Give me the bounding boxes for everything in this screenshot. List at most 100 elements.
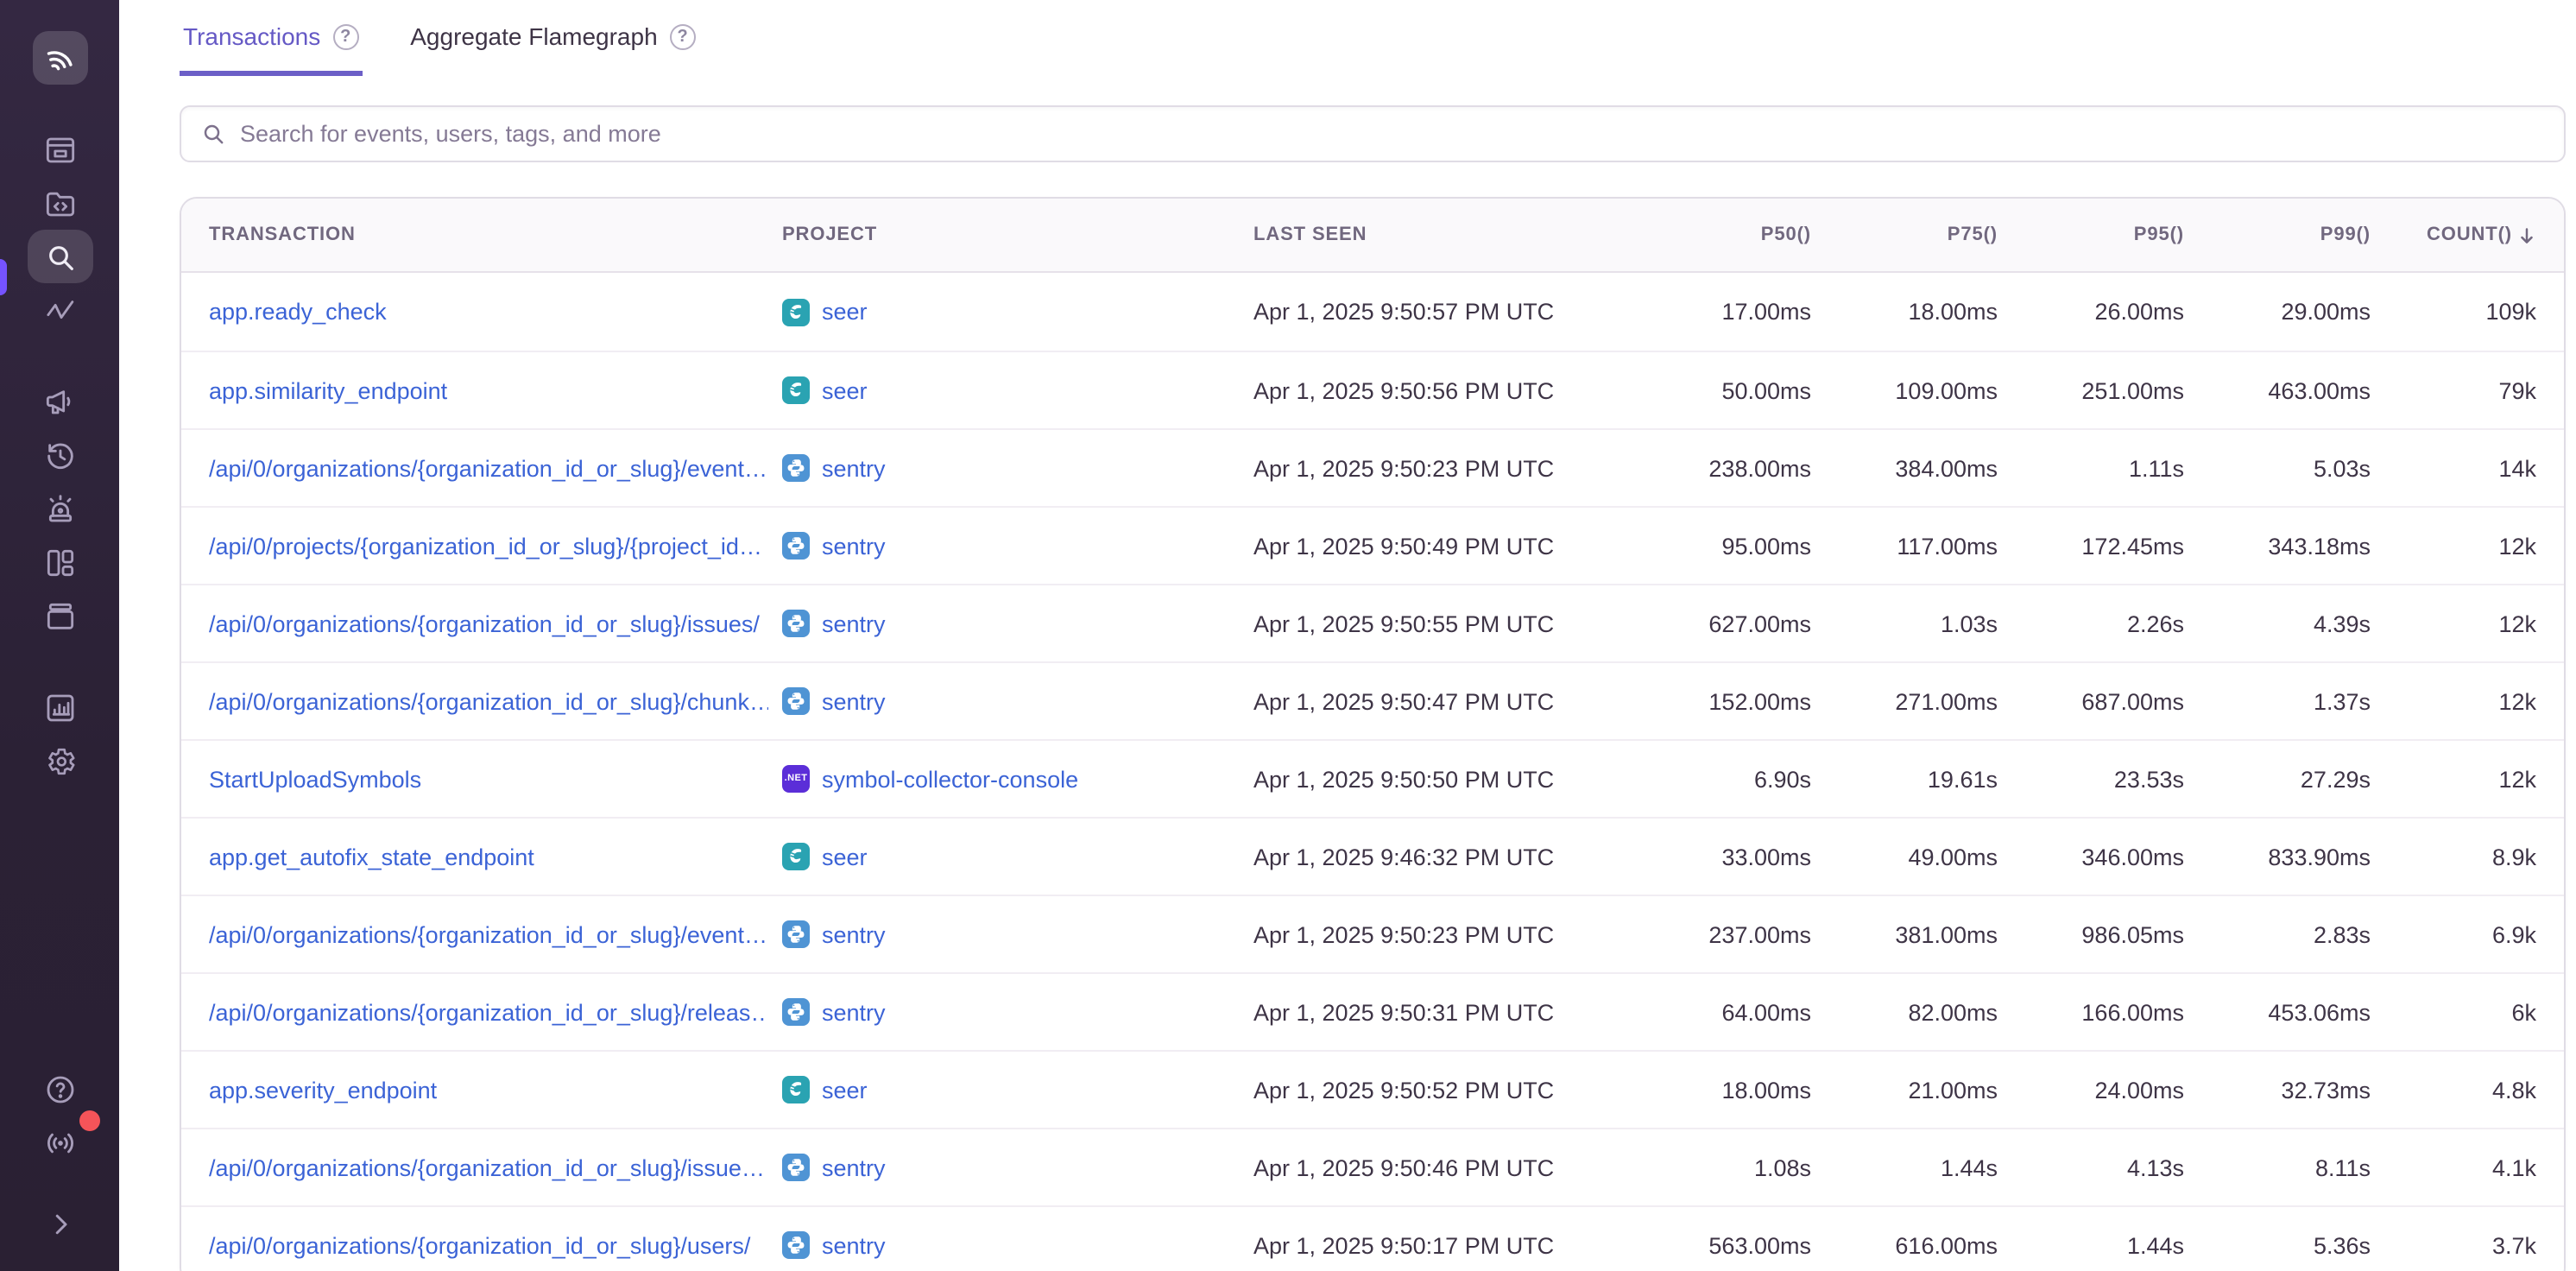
- p75-value: 616.00ms: [1825, 1232, 1998, 1258]
- sidebar-item-explore[interactable]: [27, 230, 92, 283]
- sidebar-item-replays[interactable]: [27, 428, 92, 482]
- sentry-logo-icon: [41, 39, 79, 77]
- transaction-link[interactable]: /api/0/organizations/{organization_id_or…: [209, 1154, 765, 1180]
- transaction-link[interactable]: /api/0/organizations/{organization_id_or…: [209, 921, 767, 947]
- table-row[interactable]: /api/0/organizations/{organization_id_or…: [181, 1205, 2564, 1271]
- transaction-link[interactable]: /api/0/projects/{organization_id_or_slug…: [209, 533, 762, 559]
- column-header-p95[interactable]: P95(): [2011, 224, 2184, 245]
- dotnet-icon: .NET: [782, 765, 810, 793]
- transaction-link[interactable]: /api/0/organizations/{organization_id_or…: [209, 999, 768, 1025]
- table-row[interactable]: app.similarity_endpoint seer Apr 1, 2025…: [181, 351, 2564, 428]
- project-link[interactable]: seer: [822, 299, 868, 325]
- sidebar-item-traces[interactable]: [27, 283, 92, 337]
- project-link[interactable]: seer: [822, 844, 868, 869]
- count-value: 12k: [2384, 688, 2536, 714]
- table-row[interactable]: /api/0/organizations/{organization_id_or…: [181, 895, 2564, 972]
- table-row[interactable]: /api/0/organizations/{organization_id_or…: [181, 428, 2564, 506]
- project-link[interactable]: sentry: [822, 999, 886, 1025]
- python-icon: [782, 1154, 810, 1181]
- transactions-help-icon[interactable]: ?: [332, 23, 358, 49]
- search-bar[interactable]: [180, 105, 2566, 162]
- search-input[interactable]: [240, 121, 2545, 147]
- project-link[interactable]: symbol-collector-console: [822, 766, 1078, 792]
- whats-new-button[interactable]: [27, 1116, 92, 1169]
- tab-aggregate-flamegraph[interactable]: Aggregate Flamegraph ?: [407, 16, 698, 76]
- transaction-link[interactable]: /api/0/organizations/{organization_id_or…: [209, 1232, 750, 1258]
- tab-transactions-label: Transactions: [183, 22, 320, 50]
- project-link[interactable]: sentry: [822, 610, 886, 636]
- project-link[interactable]: sentry: [822, 533, 886, 559]
- column-header-transaction[interactable]: TRANSACTION: [209, 224, 768, 245]
- transaction-link[interactable]: app.ready_check: [209, 299, 387, 325]
- table-row[interactable]: /api/0/organizations/{organization_id_or…: [181, 1128, 2564, 1205]
- table-row[interactable]: app.ready_check seer Apr 1, 2025 9:50:57…: [181, 273, 2564, 351]
- sidebar-item-settings[interactable]: [27, 734, 92, 787]
- sidebar-item-feedback[interactable]: [27, 375, 92, 428]
- p75-value: 271.00ms: [1825, 688, 1998, 714]
- sidebar-item-projects[interactable]: [27, 176, 92, 230]
- table-row[interactable]: app.severity_endpoint seer Apr 1, 2025 9…: [181, 1050, 2564, 1128]
- help-button[interactable]: [27, 1062, 92, 1116]
- p75-value: 21.00ms: [1825, 1077, 1998, 1103]
- siren-icon: [42, 491, 77, 526]
- count-value: 6.9k: [2384, 921, 2536, 947]
- sidebar-item-alerts[interactable]: [27, 482, 92, 535]
- table-row[interactable]: /api/0/organizations/{organization_id_or…: [181, 972, 2564, 1050]
- aggregate-flamegraph-help-icon[interactable]: ?: [670, 23, 696, 49]
- project-link[interactable]: sentry: [822, 688, 886, 714]
- sidebar-item-dashboards[interactable]: [27, 535, 92, 589]
- count-value: 109k: [2384, 299, 2536, 325]
- sidebar-item-stats[interactable]: [27, 680, 92, 734]
- column-header-p50[interactable]: P50(): [1638, 224, 1811, 245]
- count-value: 3.7k: [2384, 1232, 2536, 1258]
- table-row[interactable]: /api/0/organizations/{organization_id_or…: [181, 584, 2564, 661]
- expand-sidebar-button[interactable]: [27, 1197, 92, 1250]
- p50-value: 238.00ms: [1638, 455, 1811, 481]
- table-row[interactable]: app.get_autofix_state_endpoint seer Apr …: [181, 817, 2564, 895]
- seer-icon: [782, 298, 810, 326]
- transaction-link[interactable]: /api/0/organizations/{organization_id_or…: [209, 610, 760, 636]
- tab-transactions[interactable]: Transactions ?: [180, 16, 362, 76]
- sidebar-item-issues[interactable]: [27, 123, 92, 176]
- project-link[interactable]: seer: [822, 1077, 868, 1103]
- sidebar-item-releases[interactable]: [27, 589, 92, 642]
- project-link[interactable]: sentry: [822, 921, 886, 947]
- column-header-last-seen[interactable]: LAST SEEN: [1253, 224, 1625, 245]
- transaction-link[interactable]: app.similarity_endpoint: [209, 377, 447, 403]
- last-seen-value: Apr 1, 2025 9:50:17 PM UTC: [1253, 1232, 1625, 1258]
- column-header-count[interactable]: COUNT(): [2384, 224, 2536, 245]
- transaction-link[interactable]: app.severity_endpoint: [209, 1077, 437, 1103]
- project-link[interactable]: sentry: [822, 455, 886, 481]
- python-icon: [782, 687, 810, 715]
- p95-value: 1.44s: [2011, 1232, 2184, 1258]
- column-header-p75[interactable]: P75(): [1825, 224, 1998, 245]
- project-link[interactable]: sentry: [822, 1154, 886, 1180]
- broadcast-icon: [42, 1125, 77, 1160]
- p75-value: 18.00ms: [1825, 299, 1998, 325]
- transaction-link[interactable]: StartUploadSymbols: [209, 766, 421, 792]
- project-link[interactable]: seer: [822, 377, 868, 403]
- project-link[interactable]: sentry: [822, 1232, 886, 1258]
- table-row[interactable]: StartUploadSymbols .NET symbol-collector…: [181, 739, 2564, 817]
- chevron-right-icon: [44, 1208, 75, 1239]
- count-value: 4.1k: [2384, 1154, 2536, 1180]
- column-header-project[interactable]: PROJECT: [782, 224, 1240, 245]
- p99-value: 833.90ms: [2198, 844, 2371, 869]
- column-header-p99[interactable]: P99(): [2198, 224, 2371, 245]
- p95-value: 687.00ms: [2011, 688, 2184, 714]
- table-header-row: TRANSACTION PROJECT LAST SEEN P50() P75(…: [181, 199, 2564, 273]
- transaction-link[interactable]: /api/0/organizations/{organization_id_or…: [209, 688, 768, 714]
- transaction-link[interactable]: app.get_autofix_state_endpoint: [209, 844, 534, 869]
- table-row[interactable]: /api/0/projects/{organization_id_or_slug…: [181, 506, 2564, 584]
- sentry-logo[interactable]: [32, 31, 87, 85]
- python-icon: [782, 998, 810, 1026]
- transaction-link[interactable]: /api/0/organizations/{organization_id_or…: [209, 455, 767, 481]
- p50-value: 627.00ms: [1638, 610, 1811, 636]
- code-folder-icon: [42, 186, 77, 220]
- p95-value: 986.05ms: [2011, 921, 2184, 947]
- table-row[interactable]: /api/0/organizations/{organization_id_or…: [181, 661, 2564, 739]
- count-value: 6k: [2384, 999, 2536, 1025]
- p50-value: 563.00ms: [1638, 1232, 1811, 1258]
- count-value: 12k: [2384, 610, 2536, 636]
- p95-value: 346.00ms: [2011, 844, 2184, 869]
